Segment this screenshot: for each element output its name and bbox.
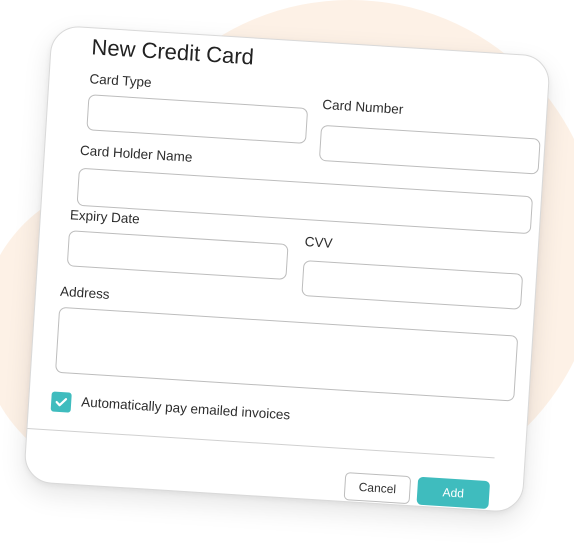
cvv-label: CVV xyxy=(304,234,333,251)
card-holder-name-label: Card Holder Name xyxy=(79,142,193,165)
screen: New Credit Card Card Type Card Number Ca… xyxy=(0,0,574,548)
footer-divider xyxy=(27,428,495,459)
address-label: Address xyxy=(59,283,111,302)
add-button[interactable]: Add xyxy=(416,476,491,510)
dialog-title: New Credit Card xyxy=(90,34,255,70)
check-icon xyxy=(55,398,68,407)
cvv-field[interactable] xyxy=(301,260,524,310)
card-number-field[interactable] xyxy=(318,124,541,175)
card-holder-name-field[interactable] xyxy=(76,167,534,235)
expiry-date-field[interactable] xyxy=(66,230,289,280)
cancel-button[interactable]: Cancel xyxy=(343,472,412,505)
card-type-label: Card Type xyxy=(89,71,152,91)
new-credit-card-dialog: New Credit Card Card Type Card Number Ca… xyxy=(23,24,551,514)
card-type-field[interactable] xyxy=(86,94,309,144)
address-field[interactable] xyxy=(55,306,519,402)
expiry-date-label: Expiry Date xyxy=(69,207,141,227)
auto-pay-checkbox[interactable] xyxy=(50,391,72,413)
card-number-label: Card Number xyxy=(321,96,404,117)
auto-pay-label: Automatically pay emailed invoices xyxy=(80,394,291,423)
